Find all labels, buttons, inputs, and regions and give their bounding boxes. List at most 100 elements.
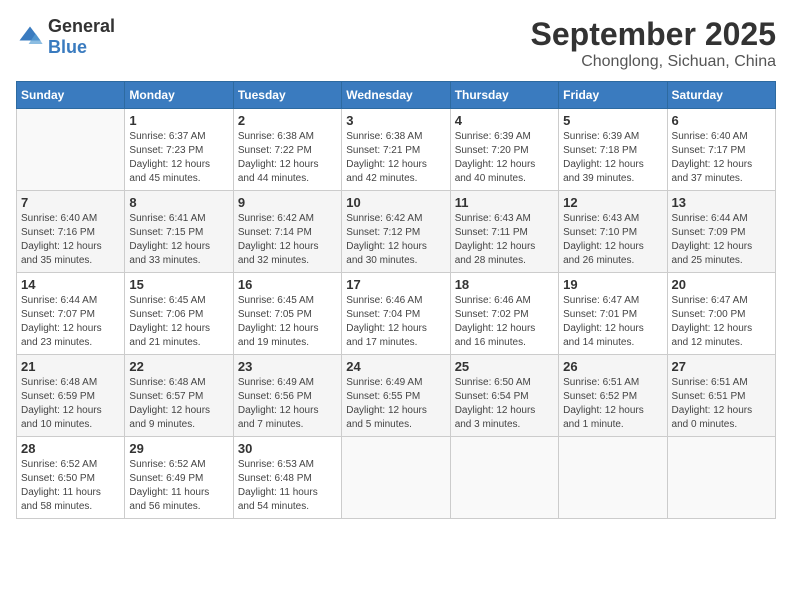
day-of-week-header: Friday [559, 82, 667, 109]
calendar-day-cell: 21Sunrise: 6:48 AM Sunset: 6:59 PM Dayli… [17, 355, 125, 437]
calendar-day-cell: 7Sunrise: 6:40 AM Sunset: 7:16 PM Daylig… [17, 191, 125, 273]
day-number: 26 [563, 359, 662, 374]
calendar-day-cell: 15 Sunrise: 6:45 AM Sunset: 7:06 PM Dayli… [125, 273, 233, 355]
calendar-day-cell [450, 437, 558, 519]
calendar-week-row: 21Sunrise: 6:48 AM Sunset: 6:59 PM Dayli… [17, 355, 776, 437]
day-number: 19 [563, 277, 662, 292]
calendar-day-cell: 30Sunrise: 6:53 AM Sunset: 6:48 PM Dayli… [233, 437, 341, 519]
day-info: Sunrise: 6:37 AM Sunset: 7:23 PM Dayligh… [129, 130, 228, 186]
calendar-day-cell [342, 437, 450, 519]
day-number: 15 [129, 277, 228, 292]
calendar-day-cell: 11 Sunrise: 6:43 AM Sunset: 7:11 PM Dayli… [450, 191, 558, 273]
calendar-day-cell [667, 437, 775, 519]
calendar-day-cell: 24Sunrise: 6:49 AM Sunset: 6:55 PM Dayli… [342, 355, 450, 437]
main-title: September 2025 [531, 16, 776, 53]
day-of-week-header: Thursday [450, 82, 558, 109]
calendar-week-row: 1 Sunrise: 6:37 AM Sunset: 7:23 PM Daylig… [17, 109, 776, 191]
day-number: 1 [129, 113, 228, 128]
day-info: Sunrise: 6:53 AM Sunset: 6:48 PM Dayligh… [238, 458, 337, 514]
day-number: 10 [346, 195, 445, 210]
day-info: Sunrise: 6:45 AM Sunset: 7:05 PM Dayligh… [238, 294, 337, 350]
days-of-week-row: SundayMondayTuesdayWednesdayThursdayFrid… [17, 82, 776, 109]
calendar-week-row: 14Sunrise: 6:44 AM Sunset: 7:07 PM Dayli… [17, 273, 776, 355]
day-number: 17 [346, 277, 445, 292]
day-info: Sunrise: 6:48 AM Sunset: 6:57 PM Dayligh… [129, 376, 228, 432]
day-number: 14 [21, 277, 120, 292]
day-of-week-header: Tuesday [233, 82, 341, 109]
day-info: Sunrise: 6:52 AM Sunset: 6:50 PM Dayligh… [21, 458, 120, 514]
day-info: Sunrise: 6:47 AM Sunset: 7:01 PM Dayligh… [563, 294, 662, 350]
calendar-day-cell: 4 Sunrise: 6:39 AM Sunset: 7:20 PM Daylig… [450, 109, 558, 191]
day-number: 2 [238, 113, 337, 128]
day-info: Sunrise: 6:41 AM Sunset: 7:15 PM Dayligh… [129, 212, 228, 268]
day-number: 6 [672, 113, 771, 128]
calendar-day-cell: 2 Sunrise: 6:38 AM Sunset: 7:22 PM Daylig… [233, 109, 341, 191]
day-info: Sunrise: 6:43 AM Sunset: 7:10 PM Dayligh… [563, 212, 662, 268]
day-number: 9 [238, 195, 337, 210]
calendar-header: SundayMondayTuesdayWednesdayThursdayFrid… [17, 82, 776, 109]
day-number: 3 [346, 113, 445, 128]
calendar-day-cell: 25Sunrise: 6:50 AM Sunset: 6:54 PM Dayli… [450, 355, 558, 437]
page-header: General Blue September 2025 Chonglong, S… [16, 16, 776, 71]
logo-text: General Blue [48, 16, 115, 58]
calendar-day-cell: 28 Sunrise: 6:52 AM Sunset: 6:50 PM Dayli… [17, 437, 125, 519]
calendar-day-cell: 17 Sunrise: 6:46 AM Sunset: 7:04 PM Dayli… [342, 273, 450, 355]
day-number: 29 [129, 441, 228, 456]
calendar-table: SundayMondayTuesdayWednesdayThursdayFrid… [16, 81, 776, 519]
logo-blue: Blue [48, 37, 87, 57]
day-info: Sunrise: 6:45 AM Sunset: 7:06 PM Dayligh… [129, 294, 228, 350]
day-info: Sunrise: 6:52 AM Sunset: 6:49 PM Dayligh… [129, 458, 228, 514]
calendar-day-cell: 9 Sunrise: 6:42 AM Sunset: 7:14 PM Daylig… [233, 191, 341, 273]
calendar-day-cell [17, 109, 125, 191]
day-info: Sunrise: 6:46 AM Sunset: 7:04 PM Dayligh… [346, 294, 445, 350]
day-info: Sunrise: 6:42 AM Sunset: 7:12 PM Dayligh… [346, 212, 445, 268]
day-info: Sunrise: 6:49 AM Sunset: 6:55 PM Dayligh… [346, 376, 445, 432]
calendar-day-cell: 14Sunrise: 6:44 AM Sunset: 7:07 PM Dayli… [17, 273, 125, 355]
day-number: 13 [672, 195, 771, 210]
calendar-day-cell: 3 Sunrise: 6:38 AM Sunset: 7:21 PM Daylig… [342, 109, 450, 191]
day-info: Sunrise: 6:47 AM Sunset: 7:00 PM Dayligh… [672, 294, 771, 350]
calendar-day-cell: 26Sunrise: 6:51 AM Sunset: 6:52 PM Dayli… [559, 355, 667, 437]
calendar-day-cell: 5 Sunrise: 6:39 AM Sunset: 7:18 PM Daylig… [559, 109, 667, 191]
day-of-week-header: Sunday [17, 82, 125, 109]
calendar-day-cell: 18Sunrise: 6:46 AM Sunset: 7:02 PM Dayli… [450, 273, 558, 355]
logo: General Blue [16, 16, 115, 58]
day-number: 23 [238, 359, 337, 374]
day-info: Sunrise: 6:51 AM Sunset: 6:51 PM Dayligh… [672, 376, 771, 432]
day-of-week-header: Monday [125, 82, 233, 109]
day-number: 7 [21, 195, 120, 210]
calendar-day-cell: 8 Sunrise: 6:41 AM Sunset: 7:15 PM Daylig… [125, 191, 233, 273]
day-info: Sunrise: 6:39 AM Sunset: 7:20 PM Dayligh… [455, 130, 554, 186]
day-number: 21 [21, 359, 120, 374]
calendar-day-cell: 20 Sunrise: 6:47 AM Sunset: 7:00 PM Dayli… [667, 273, 775, 355]
day-info: Sunrise: 6:39 AM Sunset: 7:18 PM Dayligh… [563, 130, 662, 186]
day-number: 8 [129, 195, 228, 210]
day-info: Sunrise: 6:42 AM Sunset: 7:14 PM Dayligh… [238, 212, 337, 268]
day-info: Sunrise: 6:40 AM Sunset: 7:17 PM Dayligh… [672, 130, 771, 186]
sub-title: Chonglong, Sichuan, China [531, 53, 776, 71]
calendar-day-cell: 1 Sunrise: 6:37 AM Sunset: 7:23 PM Daylig… [125, 109, 233, 191]
logo-icon [16, 23, 44, 51]
day-number: 28 [21, 441, 120, 456]
day-info: Sunrise: 6:43 AM Sunset: 7:11 PM Dayligh… [455, 212, 554, 268]
day-number: 12 [563, 195, 662, 210]
day-number: 27 [672, 359, 771, 374]
calendar-week-row: 28 Sunrise: 6:52 AM Sunset: 6:50 PM Dayli… [17, 437, 776, 519]
day-number: 4 [455, 113, 554, 128]
calendar-day-cell: 6 Sunrise: 6:40 AM Sunset: 7:17 PM Daylig… [667, 109, 775, 191]
calendar-week-row: 7Sunrise: 6:40 AM Sunset: 7:16 PM Daylig… [17, 191, 776, 273]
day-info: Sunrise: 6:44 AM Sunset: 7:09 PM Dayligh… [672, 212, 771, 268]
calendar-day-cell: 16Sunrise: 6:45 AM Sunset: 7:05 PM Dayli… [233, 273, 341, 355]
calendar-day-cell: 27 Sunrise: 6:51 AM Sunset: 6:51 PM Dayli… [667, 355, 775, 437]
day-info: Sunrise: 6:49 AM Sunset: 6:56 PM Dayligh… [238, 376, 337, 432]
day-of-week-header: Saturday [667, 82, 775, 109]
day-number: 11 [455, 195, 554, 210]
day-info: Sunrise: 6:38 AM Sunset: 7:22 PM Dayligh… [238, 130, 337, 186]
day-number: 22 [129, 359, 228, 374]
calendar-day-cell: 12 Sunrise: 6:43 AM Sunset: 7:10 PM Dayli… [559, 191, 667, 273]
day-number: 5 [563, 113, 662, 128]
calendar-day-cell: 22 Sunrise: 6:48 AM Sunset: 6:57 PM Dayli… [125, 355, 233, 437]
day-number: 18 [455, 277, 554, 292]
day-number: 20 [672, 277, 771, 292]
day-info: Sunrise: 6:38 AM Sunset: 7:21 PM Dayligh… [346, 130, 445, 186]
